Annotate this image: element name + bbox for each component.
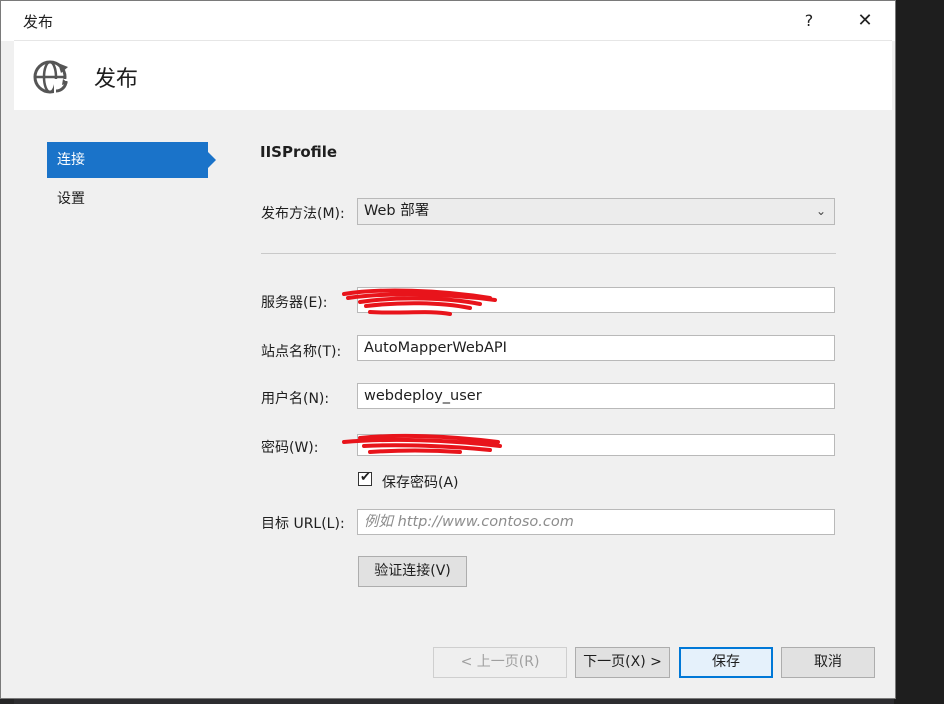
save-button[interactable]: 保存 — [679, 647, 773, 678]
checkmark-icon: ✔ — [360, 470, 371, 485]
site-name-value: AutoMapperWebAPI — [364, 340, 507, 356]
nav-item-connection[interactable]: 连接 — [47, 142, 216, 178]
nav-item-label: 连接 — [57, 152, 85, 168]
redaction-scribble — [342, 433, 502, 454]
site-name-label: 站点名称(T): — [261, 344, 342, 360]
profile-title: IISProfile — [260, 143, 338, 161]
header-title: 发布 — [94, 67, 139, 92]
server-label: 服务器(E): — [261, 295, 328, 311]
save-password-label: 保存密码(A) — [382, 475, 459, 491]
username-label: 用户名(N): — [261, 391, 330, 407]
cancel-button[interactable]: 取消 — [781, 647, 875, 678]
next-button[interactable]: 下一页(X) > — [575, 647, 670, 678]
nav-item-settings[interactable]: 设置 — [47, 181, 208, 217]
site-name-input[interactable]: AutoMapperWebAPI — [357, 335, 835, 361]
validate-connection-button[interactable]: 验证连接(V) — [358, 556, 467, 587]
save-password-checkbox[interactable]: ✔ — [358, 470, 372, 486]
section-divider — [261, 253, 836, 254]
redaction-scribble — [342, 288, 497, 316]
close-button[interactable]: ✕ — [845, 7, 885, 35]
help-button[interactable]: ? — [789, 7, 829, 35]
username-input[interactable]: webdeploy_user — [357, 383, 835, 409]
password-label: 密码(W): — [261, 440, 319, 456]
globe-publish-icon — [33, 60, 68, 94]
target-url-placeholder: 例如 http://www.contoso.com — [364, 514, 574, 530]
background-window-edge — [894, 0, 944, 704]
nav-item-label: 设置 — [57, 191, 85, 207]
dialog-header: 发布 — [14, 40, 892, 110]
publish-method-value: Web 部署 — [364, 203, 430, 219]
username-value: webdeploy_user — [364, 388, 482, 404]
publish-method-select[interactable]: Web 部署 ⌄ — [357, 198, 835, 225]
target-url-input[interactable]: 例如 http://www.contoso.com — [357, 509, 835, 535]
chevron-down-icon: ⌄ — [815, 204, 826, 218]
nav-active-arrow — [208, 152, 216, 168]
previous-button[interactable]: < 上一页(R) — [433, 647, 567, 678]
window-title: 发布 — [23, 13, 54, 31]
target-url-label: 目标 URL(L): — [261, 516, 345, 532]
publish-method-label: 发布方法(M): — [261, 206, 345, 222]
title-bar: 发布 ? ✕ — [1, 1, 895, 41]
